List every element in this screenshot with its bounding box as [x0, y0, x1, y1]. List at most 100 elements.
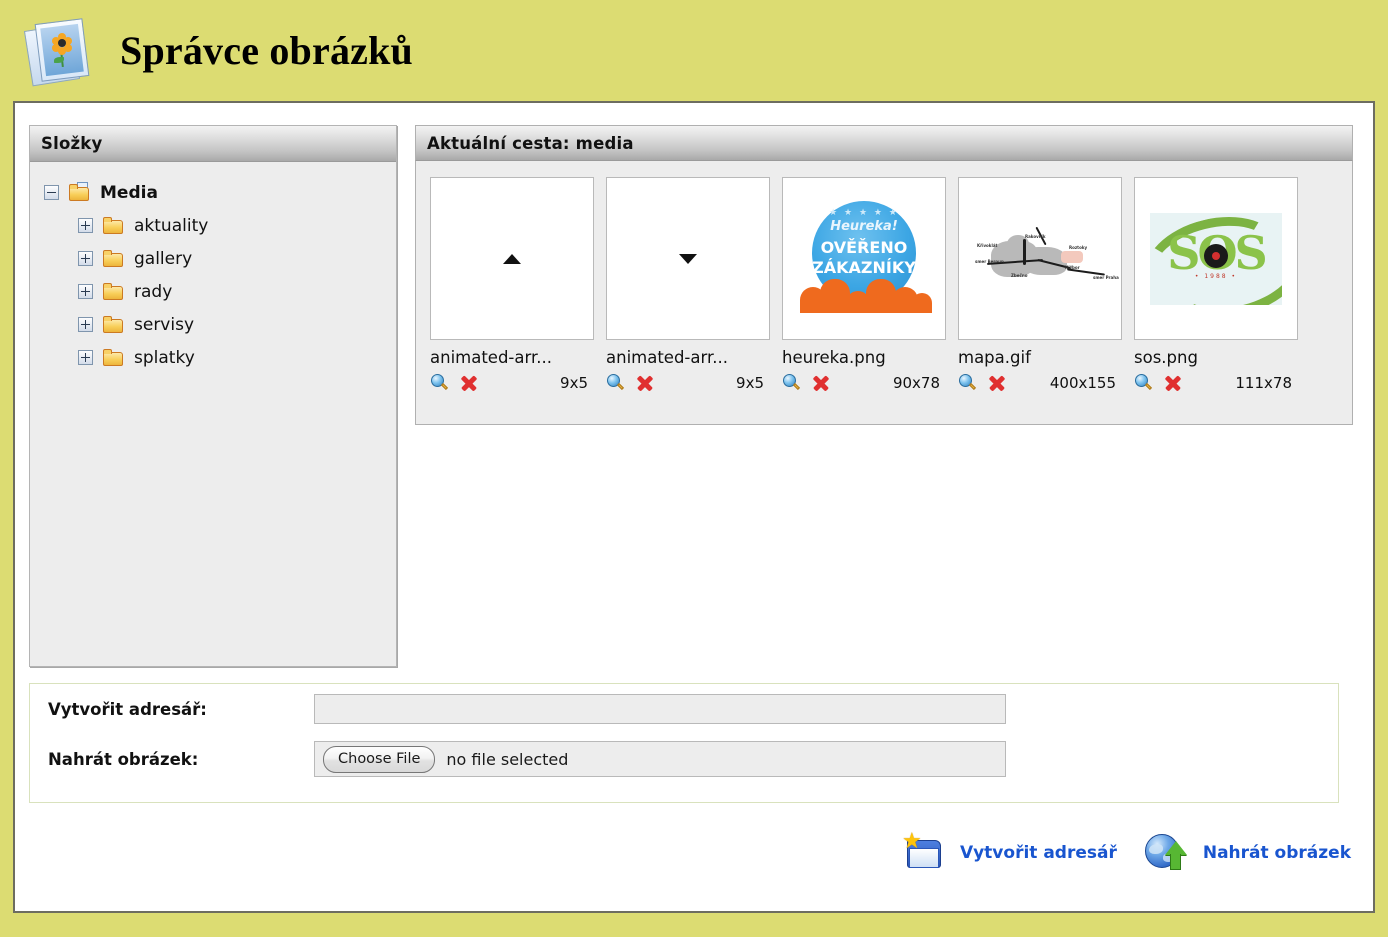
folder-icon — [103, 249, 125, 268]
tree-node-rady[interactable]: rady — [30, 275, 396, 308]
file-name: heureka.png — [782, 348, 886, 367]
file-dimensions: 9x5 — [560, 374, 588, 392]
new-folder-icon: ★ — [902, 831, 948, 874]
magnifier-icon[interactable] — [606, 373, 626, 393]
tree-label: aktuality — [134, 215, 209, 236]
file-tile[interactable]: SOS • 1988 • sos.png 111x78 — [1134, 177, 1298, 394]
magnifier-icon[interactable] — [1134, 373, 1154, 393]
file-tile[interactable]: ★ ★ ★ ★ ★ Heureka! OVĚŘENO ZÁKAZNÍKY heu… — [782, 177, 946, 394]
upload-image-action[interactable]: Nahrát obrázek — [1143, 831, 1351, 875]
file-name: sos.png — [1134, 348, 1198, 367]
create-directory-row: Vytvořit adresář: — [30, 684, 1338, 734]
tree-node-gallery[interactable]: gallery — [30, 242, 396, 275]
expand-icon[interactable] — [78, 218, 93, 233]
tree-node-servisy[interactable]: servisy — [30, 308, 396, 341]
expand-icon[interactable] — [78, 284, 93, 299]
file-tile[interactable]: animated-arr... 9x5 — [430, 177, 594, 394]
tree-label: splatky — [134, 347, 195, 368]
file-dimensions: 400x155 — [1049, 374, 1116, 392]
map-label: smer Beroun — [975, 258, 1004, 264]
thumbnail[interactable] — [430, 177, 594, 340]
folder-icon — [103, 348, 125, 367]
magnifier-icon[interactable] — [430, 373, 450, 393]
map-label: Zbečno — [1011, 272, 1028, 278]
arrow-up-icon — [503, 253, 521, 264]
upload-image-row: Nahrát obrázek: Choose File no file sele… — [30, 734, 1338, 784]
create-directory-action[interactable]: ★ Vytvořit adresář — [902, 831, 1117, 874]
tree-label: rady — [134, 281, 173, 302]
thumbnail[interactable]: SOS • 1988 • — [1134, 177, 1298, 340]
folder-icon — [103, 216, 125, 235]
action-links: ★ Vytvořit adresář Nahrát obrázek — [902, 831, 1351, 875]
delete-icon[interactable] — [987, 373, 1007, 393]
file-dimensions: 111x78 — [1235, 374, 1292, 392]
map-label: smer Praha — [1093, 274, 1119, 280]
app-header: Správce obrázků — [0, 0, 1388, 101]
heureka-line1: Heureka! — [830, 218, 898, 234]
map-label: Křivoklát — [977, 242, 998, 248]
heureka-line2: OVĚŘENO — [820, 237, 908, 257]
upload-image-action-label: Nahrát obrázek — [1202, 843, 1351, 863]
sos-sub: • 1988 • — [1194, 272, 1238, 280]
delete-icon[interactable] — [459, 373, 479, 393]
tree-label: servisy — [134, 314, 195, 335]
expand-icon[interactable] — [78, 317, 93, 332]
folders-panel: Složky Media aktuality gallery rady serv… — [29, 125, 397, 667]
thumbnail[interactable]: ★ ★ ★ ★ ★ Heureka! OVĚŘENO ZÁKAZNÍKY — [782, 177, 946, 340]
folder-icon — [103, 282, 125, 301]
heureka-stars: ★ ★ ★ ★ ★ — [829, 207, 899, 218]
collapse-icon[interactable] — [44, 185, 59, 200]
map-label: Nižbor — [1065, 264, 1080, 270]
file-actions: 9x5 — [430, 372, 594, 394]
thumbnail[interactable]: Křivoklát smer Beroun Rakovník Zbečno Ro… — [958, 177, 1122, 340]
file-grid: animated-arr... 9x5 animated-arr... 9x5 … — [415, 161, 1353, 425]
map-label: Roztoky — [1069, 244, 1088, 250]
page-title: Správce obrázků — [120, 28, 413, 73]
magnifier-icon[interactable] — [782, 373, 802, 393]
expand-icon[interactable] — [78, 251, 93, 266]
folder-tree: Media aktuality gallery rady servisy spl… — [30, 162, 396, 666]
upload-globe-icon — [1143, 831, 1191, 875]
arrow-down-icon — [679, 253, 697, 264]
file-name: animated-arr... — [430, 348, 552, 367]
upload-image-label: Nahrát obrázek: — [48, 749, 199, 769]
create-directory-input[interactable] — [314, 694, 1006, 724]
delete-icon[interactable] — [811, 373, 831, 393]
heureka-badge-image: ★ ★ ★ ★ ★ Heureka! OVĚŘENO ZÁKAZNÍKY — [790, 194, 938, 323]
files-panel: Aktuální cesta: media animated-arr... 9x… — [415, 125, 1353, 425]
map-label: Rakovník — [1025, 233, 1046, 239]
file-actions: 400x155 — [958, 372, 1122, 394]
folders-panel-header: Složky — [30, 126, 396, 162]
tree-node-media[interactable]: Media — [30, 176, 396, 209]
file-tile[interactable]: animated-arr... 9x5 — [606, 177, 770, 394]
form-box: Vytvořit adresář: Nahrát obrázek: Choose… — [29, 683, 1339, 803]
page-frame: Správce obrázků Složky Media aktuality g… — [0, 0, 1388, 937]
map-image: Křivoklát smer Beroun Rakovník Zbečno Ro… — [965, 226, 1119, 289]
file-tile[interactable]: Křivoklát smer Beroun Rakovník Zbečno Ro… — [958, 177, 1122, 394]
file-name: mapa.gif — [958, 348, 1031, 367]
folder-open-icon — [69, 181, 91, 202]
delete-icon[interactable] — [1163, 373, 1183, 393]
file-actions: 111x78 — [1134, 372, 1298, 394]
choose-file-button[interactable]: Choose File — [323, 745, 436, 773]
create-directory-action-label: Vytvořit adresář — [959, 843, 1117, 863]
folder-icon — [103, 315, 125, 334]
thumbnail[interactable] — [606, 177, 770, 340]
current-path-header: Aktuální cesta: media — [415, 125, 1353, 161]
tree-node-splatky[interactable]: splatky — [30, 341, 396, 374]
create-directory-label: Vytvořit adresář: — [48, 699, 207, 719]
file-input[interactable]: Choose File no file selected — [314, 741, 1006, 777]
magnifier-icon[interactable] — [958, 373, 978, 393]
tree-label: Media — [100, 182, 158, 203]
sos-logo-image: SOS • 1988 • — [1150, 212, 1282, 305]
file-dimensions: 90x78 — [892, 374, 940, 392]
tree-label: gallery — [134, 248, 193, 269]
expand-icon[interactable] — [78, 350, 93, 365]
image-manager-icon — [23, 17, 98, 89]
no-file-selected-text: no file selected — [446, 749, 569, 769]
content-sheet: Složky Media aktuality gallery rady serv… — [13, 101, 1375, 913]
delete-icon[interactable] — [635, 373, 655, 393]
tree-node-aktuality[interactable]: aktuality — [30, 209, 396, 242]
file-actions: 9x5 — [606, 372, 770, 394]
file-name: animated-arr... — [606, 348, 728, 367]
